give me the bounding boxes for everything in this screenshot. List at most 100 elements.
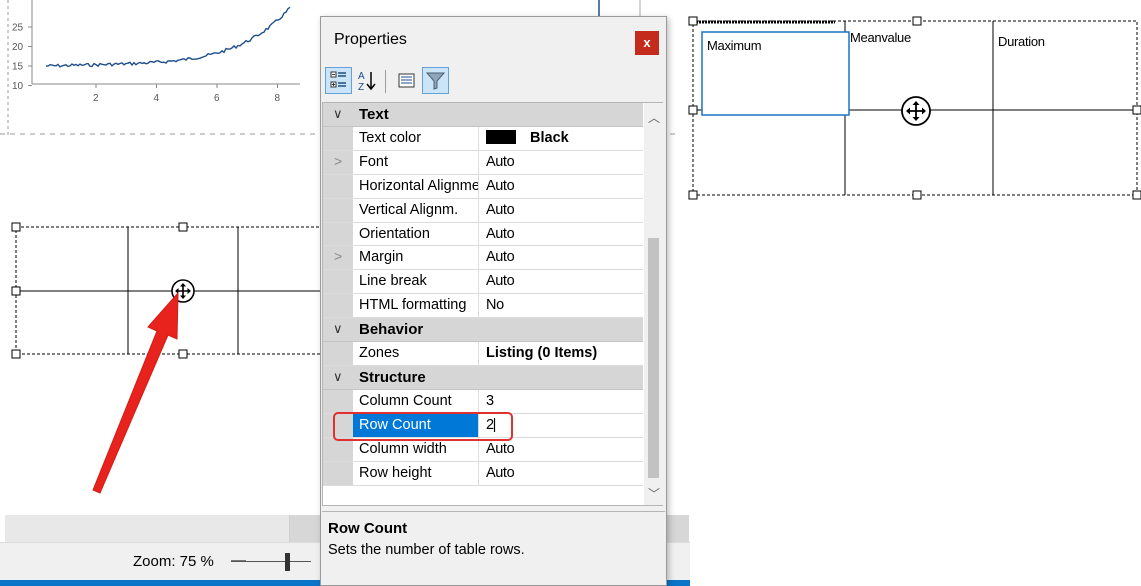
svg-text:A: A bbox=[358, 71, 365, 82]
property-value[interactable]: Auto bbox=[480, 151, 643, 174]
property-name[interactable]: HTML formatting bbox=[353, 294, 479, 318]
properties-title: Properties bbox=[334, 31, 407, 48]
scroll-down-icon[interactable]: ﹀ bbox=[648, 485, 660, 502]
property-row-vertical-alignm-[interactable]: Vertical Alignm. Auto bbox=[323, 198, 643, 223]
move-handle-icon bbox=[901, 96, 931, 126]
property-row-row-height[interactable]: Row height Auto bbox=[323, 461, 643, 486]
property-row-margin[interactable]: > Margin Auto bbox=[323, 246, 643, 271]
x-tick-label: 2 bbox=[93, 93, 99, 104]
expand-chevron-icon[interactable]: > bbox=[334, 153, 342, 169]
property-value[interactable]: Auto bbox=[480, 199, 643, 222]
categorized-view-icon bbox=[330, 71, 346, 88]
collapse-chevron-icon[interactable]: ∨ bbox=[333, 321, 343, 337]
property-grid-scrollbar[interactable]: ︿ ﹀ bbox=[644, 103, 663, 505]
property-grid[interactable]: ∨ Text Text color Black > Font Auto Horizontal … bbox=[322, 102, 663, 506]
help-title: Row Count bbox=[328, 520, 408, 537]
resize-handle-top bbox=[178, 222, 188, 232]
property-name[interactable]: Zones bbox=[353, 342, 479, 366]
alphabetical-sort-button[interactable]: A Z bbox=[354, 67, 381, 94]
resize-handle-top bbox=[912, 16, 922, 26]
property-name[interactable]: Text color bbox=[353, 127, 479, 150]
property-row-font[interactable]: > Font Auto bbox=[323, 150, 643, 175]
zoom-slider-thumb[interactable] bbox=[285, 553, 290, 571]
property-value[interactable]: Auto bbox=[480, 223, 643, 246]
resize-handle-left bbox=[688, 105, 698, 115]
scrollbar-thumb[interactable] bbox=[5, 515, 290, 542]
collapse-chevron-icon[interactable]: ∨ bbox=[333, 106, 343, 122]
property-value[interactable]: Listing (0 Items) bbox=[480, 342, 643, 365]
property-value-text: Auto bbox=[486, 249, 515, 266]
property-name[interactable]: Line break bbox=[353, 270, 479, 294]
category-text[interactable]: ∨ Text bbox=[323, 103, 643, 127]
y-tick-label: 10 bbox=[12, 81, 24, 92]
property-name[interactable]: Row height bbox=[353, 461, 479, 485]
property-value[interactable]: Auto bbox=[480, 270, 643, 293]
property-value[interactable]: Black bbox=[480, 127, 643, 150]
property-name[interactable]: Vertical Alignm. bbox=[353, 198, 479, 222]
property-row-column-width[interactable]: Column width Auto bbox=[323, 437, 643, 462]
property-name[interactable]: Column Count bbox=[353, 390, 479, 413]
resize-handle-tl bbox=[11, 222, 21, 232]
expand-chevron-icon[interactable]: > bbox=[334, 248, 342, 264]
header-meanvalue: Meanvalue bbox=[850, 30, 911, 45]
property-row-text-color[interactable]: Text color Black bbox=[323, 127, 643, 151]
filter-icon bbox=[425, 72, 446, 90]
scrollbar-thumb[interactable] bbox=[648, 238, 659, 478]
property-value-text: Auto bbox=[486, 201, 515, 218]
zoom-label: Zoom: 75 % bbox=[133, 553, 214, 570]
scroll-up-icon[interactable]: ︿ bbox=[648, 109, 660, 126]
property-row-html-formatting[interactable]: HTML formatting No bbox=[323, 294, 643, 319]
resize-handle-bl bbox=[11, 349, 21, 359]
chart-series-line bbox=[45, 6, 291, 68]
category-structure[interactable]: ∨ Structure bbox=[323, 366, 643, 391]
property-value[interactable]: Auto bbox=[480, 438, 643, 461]
property-value-text: 3 bbox=[486, 393, 494, 410]
category-behavior[interactable]: ∨ Behavior bbox=[323, 318, 643, 343]
y-tick-label: 15 bbox=[12, 62, 24, 73]
y-tick-label: 20 bbox=[12, 42, 24, 53]
property-row-zones[interactable]: Zones Listing (0 Items) bbox=[323, 342, 643, 367]
filter-button[interactable] bbox=[422, 67, 449, 94]
property-value-text: Black bbox=[530, 130, 569, 146]
category-label: Structure bbox=[359, 369, 426, 387]
property-name[interactable]: Margin bbox=[353, 246, 479, 270]
property-name[interactable]: Font bbox=[353, 150, 479, 174]
property-value[interactable]: Auto bbox=[480, 175, 643, 198]
property-name[interactable]: Horizontal Alignment bbox=[353, 174, 479, 198]
resize-handle-bl bbox=[688, 190, 698, 200]
property-value[interactable]: Auto bbox=[480, 462, 643, 485]
collapse-chevron-icon[interactable]: ∨ bbox=[333, 369, 343, 385]
zoom-slider[interactable]: — bbox=[231, 552, 311, 572]
resize-handle-bottom bbox=[912, 190, 922, 200]
property-pages-icon bbox=[398, 73, 415, 88]
y-tick-label: 25 bbox=[12, 23, 24, 34]
property-row-line-break[interactable]: Line break Auto bbox=[323, 270, 643, 295]
categorized-view-button[interactable] bbox=[325, 67, 352, 94]
property-value-text: Listing (0 Items) bbox=[486, 345, 598, 362]
x-tick-label: 4 bbox=[154, 93, 160, 104]
property-value[interactable]: Auto bbox=[480, 246, 643, 269]
property-value-text: Auto bbox=[486, 440, 515, 457]
properties-toolbar: A Z bbox=[321, 65, 668, 99]
property-pages-button[interactable] bbox=[393, 67, 420, 94]
property-name[interactable]: Orientation bbox=[353, 222, 479, 246]
resize-handle-left bbox=[11, 286, 21, 296]
close-button[interactable]: x bbox=[635, 31, 659, 55]
property-value[interactable]: 3 bbox=[480, 390, 643, 413]
annotation-arrow bbox=[92, 291, 179, 494]
property-row-horizontal-alignment[interactable]: Horizontal Alignment Auto bbox=[323, 174, 643, 199]
property-row-orientation[interactable]: Orientation Auto bbox=[323, 222, 643, 247]
header-duration: Duration bbox=[998, 34, 1045, 49]
table-preview[interactable]: Maximum Meanvalue Duration bbox=[685, 10, 1141, 210]
header-maximum: Maximum bbox=[707, 38, 761, 53]
property-row-column-count[interactable]: Column Count 3 bbox=[323, 390, 643, 414]
zoom-slider-track bbox=[231, 561, 311, 562]
x-tick-label: 6 bbox=[214, 93, 220, 104]
property-value-text: Auto bbox=[486, 177, 515, 194]
alphabetical-sort-icon: A Z bbox=[358, 71, 376, 93]
svg-text:Z: Z bbox=[358, 82, 364, 93]
property-value-text: No bbox=[486, 297, 504, 314]
category-label: Text bbox=[359, 106, 389, 123]
property-name[interactable]: Column width bbox=[353, 437, 479, 461]
property-value[interactable]: No bbox=[480, 294, 643, 317]
